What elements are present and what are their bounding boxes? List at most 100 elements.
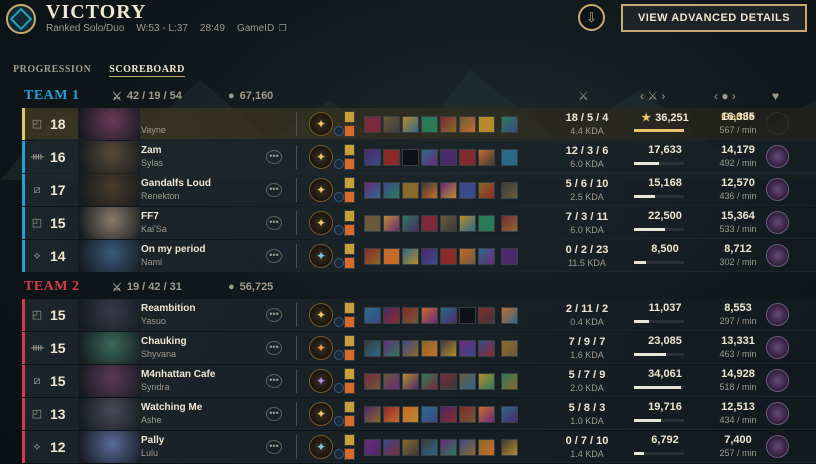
honor-badge-icon[interactable] xyxy=(766,211,789,234)
item-icon[interactable] xyxy=(364,340,381,357)
item-icon[interactable] xyxy=(364,215,381,232)
summoner-name[interactable]: Zam xyxy=(141,145,162,156)
item-icon[interactable] xyxy=(383,116,400,133)
item-icon[interactable] xyxy=(440,248,457,265)
summoner-name[interactable]: On my period xyxy=(141,244,205,255)
summoner-name[interactable]: Chauking xyxy=(141,336,187,347)
trinket-item-icon[interactable] xyxy=(501,149,518,166)
item-icon[interactable] xyxy=(421,439,438,456)
more-options-button[interactable]: ••• xyxy=(266,374,282,388)
copy-icon[interactable]: ❐ xyxy=(276,23,287,33)
item-icon[interactable] xyxy=(364,373,381,390)
more-options-button[interactable]: ••• xyxy=(266,249,282,263)
tab-progression[interactable]: PROGRESSION xyxy=(13,64,91,77)
champion-portrait[interactable] xyxy=(78,108,140,140)
item-icon[interactable] xyxy=(402,439,419,456)
summoner-name[interactable]: M4nhattan Cafe xyxy=(141,369,215,380)
trinket-item-icon[interactable] xyxy=(501,406,518,423)
item-icon[interactable] xyxy=(440,340,457,357)
item-icon[interactable] xyxy=(402,182,419,199)
item-icon[interactable] xyxy=(383,215,400,232)
champion-portrait[interactable] xyxy=(78,332,140,364)
item-icon[interactable] xyxy=(383,248,400,265)
honor-badge-icon[interactable] xyxy=(766,435,789,458)
item-icon[interactable] xyxy=(478,182,495,199)
item-icon[interactable] xyxy=(383,307,400,324)
item-icon[interactable] xyxy=(364,149,381,166)
trinket-item-icon[interactable] xyxy=(501,116,518,133)
item-icon[interactable] xyxy=(478,116,495,133)
summoner-name[interactable]: FF7 xyxy=(141,211,159,222)
summoner-name[interactable]: Watching Me xyxy=(141,402,202,413)
item-icon[interactable] xyxy=(383,439,400,456)
item-icon[interactable] xyxy=(478,215,495,232)
player-row[interactable]: ◰ 15 Reambition Yasuo ••• ✦ 2 / 11 / 2 0.4 KDA 1… xyxy=(22,299,816,331)
player-row[interactable]: ⟡ 14 On my period Nami ••• ✦ 0 / 2 / 23 11.5 KD… xyxy=(22,240,816,272)
item-icon[interactable] xyxy=(459,373,476,390)
champion-portrait[interactable] xyxy=(78,398,140,430)
honor-badge-icon[interactable] xyxy=(766,369,789,392)
item-icon[interactable] xyxy=(421,116,438,133)
item-icon[interactable] xyxy=(364,182,381,199)
item-icon[interactable] xyxy=(402,116,419,133)
tab-scoreboard[interactable]: SCOREBOARD xyxy=(109,64,185,77)
item-icon[interactable] xyxy=(478,149,495,166)
summoner-name[interactable]: Gandalfs Loud xyxy=(141,178,211,189)
player-row[interactable]: ◰ 18 Gemie Vayne ✦ 18 / 5 / 4 4.4 KDA ★ 36,251 16… xyxy=(22,108,816,140)
view-advanced-details-button[interactable]: VIEW ADVANCED DETAILS xyxy=(621,4,807,32)
item-icon[interactable] xyxy=(383,340,400,357)
honor-badge-icon[interactable] xyxy=(766,336,789,359)
item-icon[interactable] xyxy=(421,340,438,357)
item-icon[interactable] xyxy=(459,182,476,199)
item-icon[interactable] xyxy=(440,215,457,232)
summoner-name[interactable]: Pally xyxy=(141,435,164,446)
player-row[interactable]: ᚓ 15 Chauking Shyvana ••• ✦ 7 / 9 / 7 1.6 KDA 23… xyxy=(22,332,816,364)
item-icon[interactable] xyxy=(402,149,419,166)
item-icon[interactable] xyxy=(459,149,476,166)
item-icon[interactable] xyxy=(440,182,457,199)
item-icon[interactable] xyxy=(440,373,457,390)
item-icon[interactable] xyxy=(383,373,400,390)
item-icon[interactable] xyxy=(421,406,438,423)
item-icon[interactable] xyxy=(440,307,457,324)
honor-badge-icon[interactable] xyxy=(766,178,789,201)
item-icon[interactable] xyxy=(459,215,476,232)
trinket-item-icon[interactable] xyxy=(501,373,518,390)
champion-portrait[interactable] xyxy=(78,240,140,272)
player-row[interactable]: ⟡ 12 Pally Lulu ••• ✦ 0 / 7 / 10 1.4 KDA 6,792 7,… xyxy=(22,431,816,463)
honor-badge-icon[interactable] xyxy=(766,303,789,326)
trinket-item-icon[interactable] xyxy=(501,182,518,199)
honor-badge-icon[interactable] xyxy=(766,244,789,267)
champion-portrait[interactable] xyxy=(78,299,140,331)
item-icon[interactable] xyxy=(402,307,419,324)
item-icon[interactable] xyxy=(459,248,476,265)
item-icon[interactable] xyxy=(383,406,400,423)
item-icon[interactable] xyxy=(364,248,381,265)
item-icon[interactable] xyxy=(402,406,419,423)
champion-portrait[interactable] xyxy=(78,174,140,206)
item-icon[interactable] xyxy=(402,340,419,357)
item-icon[interactable] xyxy=(440,116,457,133)
player-row[interactable]: ◰ 15 FF7 Kai'Sa ••• ✦ 7 / 3 / 11 6.0 KDA 22,500 1… xyxy=(22,207,816,239)
item-icon[interactable] xyxy=(421,307,438,324)
player-row[interactable]: ⧄ 15 M4nhattan Cafe Syndra ••• ✦ 5 / 7 / 9 2.0 … xyxy=(22,365,816,397)
player-row[interactable]: ᚓ 16 Zam Sylas ••• ✦ 12 / 3 / 6 6.0 KDA 17,633 14… xyxy=(22,141,816,173)
summoner-name[interactable]: Reambition xyxy=(141,303,195,314)
item-icon[interactable] xyxy=(459,439,476,456)
item-icon[interactable] xyxy=(402,248,419,265)
champion-portrait[interactable] xyxy=(78,365,140,397)
item-icon[interactable] xyxy=(478,248,495,265)
more-options-button[interactable]: ••• xyxy=(266,183,282,197)
damage-column-sort-icon[interactable]: ‹ ⚔ › xyxy=(640,89,665,103)
honor-badge-empty[interactable] xyxy=(766,112,789,135)
player-row[interactable]: ⧄ 17 Gandalfs Loud Renekton ••• ✦ 5 / 6 / 10 2.… xyxy=(22,174,816,206)
item-icon[interactable] xyxy=(459,340,476,357)
item-icon[interactable] xyxy=(440,439,457,456)
item-icon[interactable] xyxy=(459,406,476,423)
game-id-button[interactable]: GameID ❐ xyxy=(237,23,287,34)
item-icon[interactable] xyxy=(421,182,438,199)
more-options-button[interactable]: ••• xyxy=(266,150,282,164)
more-options-button[interactable]: ••• xyxy=(266,308,282,322)
item-icon[interactable] xyxy=(478,340,495,357)
player-row[interactable]: ◰ 13 Watching Me Ashe ••• ✦ 5 / 8 / 3 1.0 KDA 19… xyxy=(22,398,816,430)
